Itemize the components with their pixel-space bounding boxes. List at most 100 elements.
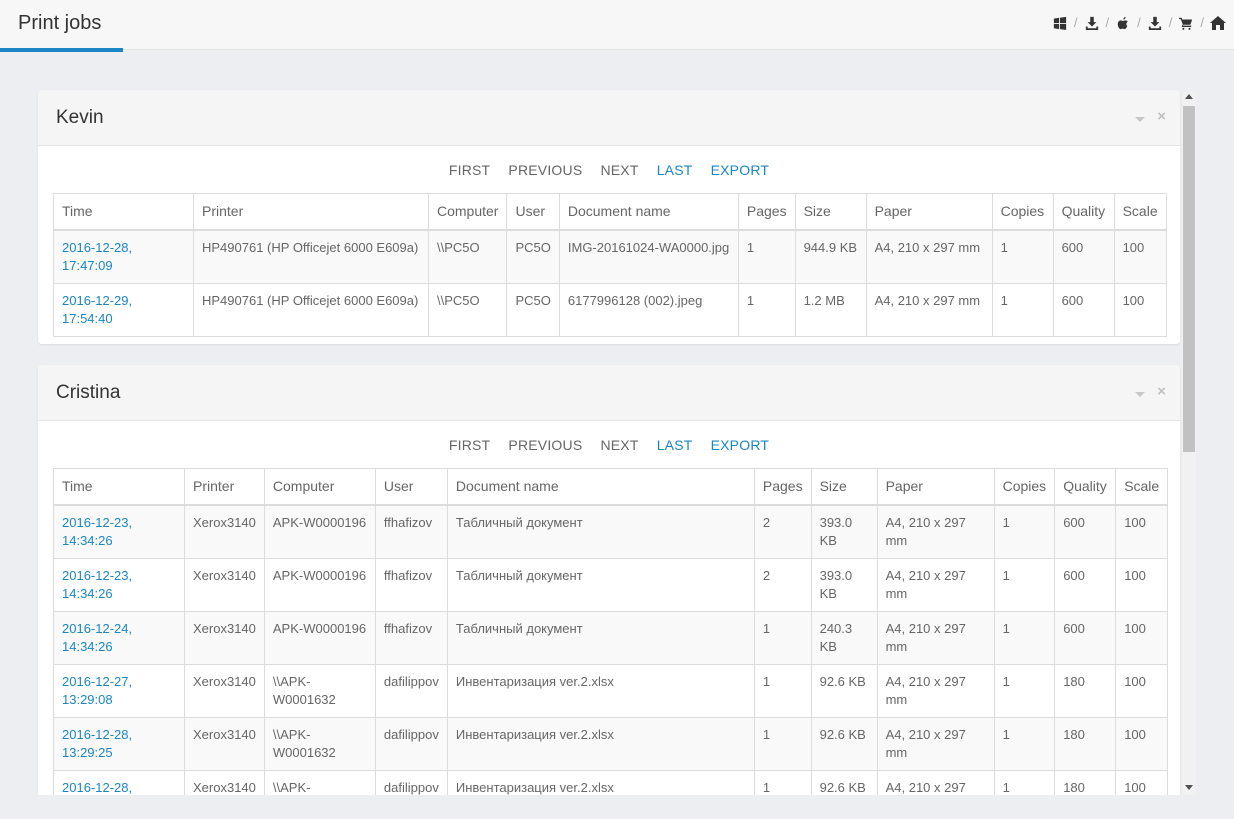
- table-header-row: Time Printer Computer User Document name…: [53, 468, 1169, 506]
- pager-previous[interactable]: PREVIOUS: [508, 162, 582, 178]
- time-link[interactable]: 2016-12-23, 14:34:26: [53, 557, 185, 612]
- time-link[interactable]: 2016-12-28,: [53, 769, 185, 795]
- pager-first[interactable]: FIRST: [449, 162, 490, 178]
- print-jobs-table: Time Printer Computer User Document name…: [53, 468, 1169, 795]
- table-cell: 1: [993, 557, 1056, 612]
- table-cell: 944.9 KB: [794, 229, 867, 284]
- table-cell: IMG-20161024-WA0000.jpg: [558, 229, 739, 284]
- table-cell: ffhafizov: [374, 557, 448, 612]
- table-row: 2016-12-28, 13:29:25 Xerox3140 \\APK-W00…: [53, 716, 1169, 771]
- cart-icon[interactable]: [1178, 14, 1194, 31]
- table-cell: 100: [1113, 282, 1167, 337]
- table-cell: A4, 210 x 297 mm: [865, 282, 993, 337]
- close-icon[interactable]: ×: [1157, 109, 1166, 124]
- column-header[interactable]: Printer: [193, 193, 429, 231]
- column-header[interactable]: Size: [810, 468, 878, 506]
- table-cell: 600: [1054, 504, 1117, 559]
- column-header[interactable]: Size: [794, 193, 867, 231]
- time-link[interactable]: 2016-12-28, 13:29:25: [53, 716, 185, 771]
- table-cell: 1: [737, 282, 796, 337]
- column-header[interactable]: User: [374, 468, 448, 506]
- content-area: Kevin × FIRST PREVIOUS NEXT LAST EXPORT …: [0, 52, 1234, 795]
- table-cell: Xerox3140: [184, 610, 265, 665]
- table-cell: Xerox3140: [184, 504, 265, 559]
- column-header[interactable]: Copies: [993, 468, 1056, 506]
- apple-icon[interactable]: [1115, 14, 1131, 30]
- pager-previous[interactable]: PREVIOUS: [508, 437, 582, 453]
- panel-tools: ×: [1135, 384, 1166, 399]
- table-cell: 1: [991, 282, 1054, 337]
- time-link[interactable]: 2016-12-23, 14:34:26: [53, 504, 185, 559]
- scroll-up-icon[interactable]: [1185, 94, 1193, 99]
- column-header[interactable]: Document name: [558, 193, 739, 231]
- user-panel-cristina: Cristina × FIRST PREVIOUS NEXT LAST EXPO…: [38, 365, 1180, 795]
- table-cell: 1: [753, 716, 812, 771]
- table-cell: Табличный документ: [446, 504, 755, 559]
- print-jobs-table: Time Printer Computer User Document name…: [53, 193, 1167, 337]
- table-cell: \\PC5O: [427, 282, 508, 337]
- table-cell: A4, 210 x 297 mm: [876, 557, 995, 612]
- panel-header: Kevin ×: [38, 90, 1180, 146]
- table-cell: 1: [993, 610, 1056, 665]
- pager-next[interactable]: NEXT: [600, 437, 638, 453]
- column-header[interactable]: Computer: [263, 468, 376, 506]
- table-cell: \\PC5O: [427, 229, 508, 284]
- table-cell: Табличный документ: [446, 610, 755, 665]
- table-cell: 1: [993, 769, 1056, 795]
- column-header[interactable]: Paper: [876, 468, 995, 506]
- column-header[interactable]: Document name: [446, 468, 755, 506]
- table-cell: 100: [1115, 557, 1169, 612]
- table-row: 2016-12-23, 14:34:26 Xerox3140 APK-W0000…: [53, 557, 1169, 612]
- table-cell: A4, 210 x 297 mm: [876, 716, 995, 771]
- download-icon[interactable]: [1147, 14, 1163, 31]
- column-header[interactable]: Quality: [1054, 468, 1117, 506]
- column-header[interactable]: Time: [53, 193, 194, 231]
- table-cell: 180: [1054, 663, 1117, 718]
- time-link[interactable]: 2016-12-27, 13:29:08: [53, 663, 185, 718]
- time-link[interactable]: 2016-12-28, 17:47:09: [53, 229, 194, 284]
- table-cell: 1: [753, 663, 812, 718]
- column-header[interactable]: Computer: [427, 193, 508, 231]
- table-row: 2016-12-28, 17:47:09 HP490761 (HP Office…: [53, 229, 1167, 284]
- pager-last[interactable]: LAST: [657, 437, 693, 453]
- table-cell: Инвентаризация ver.2.xlsx: [446, 716, 755, 771]
- table-cell: APK-W0000196: [263, 557, 376, 612]
- column-header[interactable]: Pages: [737, 193, 796, 231]
- scrollbar-thumb[interactable]: [1183, 106, 1195, 452]
- table-cell: 1: [753, 769, 812, 795]
- column-header[interactable]: Copies: [991, 193, 1054, 231]
- column-header[interactable]: Printer: [184, 468, 265, 506]
- table-cell: Инвентаризация ver.2.xlsx: [446, 663, 755, 718]
- column-header[interactable]: Time: [53, 468, 185, 506]
- table-cell: 240.3 KB: [810, 610, 878, 665]
- download-icon[interactable]: [1084, 14, 1100, 31]
- close-icon[interactable]: ×: [1157, 384, 1166, 399]
- collapse-icon[interactable]: [1135, 116, 1146, 122]
- windows-icon[interactable]: [1052, 14, 1068, 31]
- pager-first[interactable]: FIRST: [449, 437, 490, 453]
- pager-next[interactable]: NEXT: [600, 162, 638, 178]
- table-cell: 1.2 MB: [794, 282, 867, 337]
- table-cell: 1: [993, 504, 1056, 559]
- column-header[interactable]: Scale: [1115, 468, 1169, 506]
- collapse-icon[interactable]: [1135, 391, 1146, 397]
- column-header[interactable]: Scale: [1113, 193, 1167, 231]
- table-cell: 6177996128 (002).jpeg: [558, 282, 739, 337]
- pager-last[interactable]: LAST: [657, 162, 693, 178]
- scroll-down-icon[interactable]: [1185, 785, 1193, 790]
- column-header[interactable]: Paper: [865, 193, 993, 231]
- column-header[interactable]: Pages: [753, 468, 812, 506]
- time-link[interactable]: 2016-12-24, 14:34:26: [53, 610, 185, 665]
- scrollbar[interactable]: [1182, 92, 1196, 795]
- pager-export[interactable]: EXPORT: [711, 162, 770, 178]
- pager-export[interactable]: EXPORT: [711, 437, 770, 453]
- time-link[interactable]: 2016-12-29, 17:54:40: [53, 282, 194, 337]
- panel-tools: ×: [1135, 109, 1166, 124]
- column-header[interactable]: User: [506, 193, 560, 231]
- column-header[interactable]: Quality: [1052, 193, 1115, 231]
- table-cell: 100: [1115, 610, 1169, 665]
- home-icon[interactable]: [1210, 14, 1226, 31]
- table-cell: Xerox3140: [184, 663, 265, 718]
- table-cell: A4, 210 x 297: [876, 769, 995, 795]
- table-cell: A4, 210 x 297 mm: [865, 229, 993, 284]
